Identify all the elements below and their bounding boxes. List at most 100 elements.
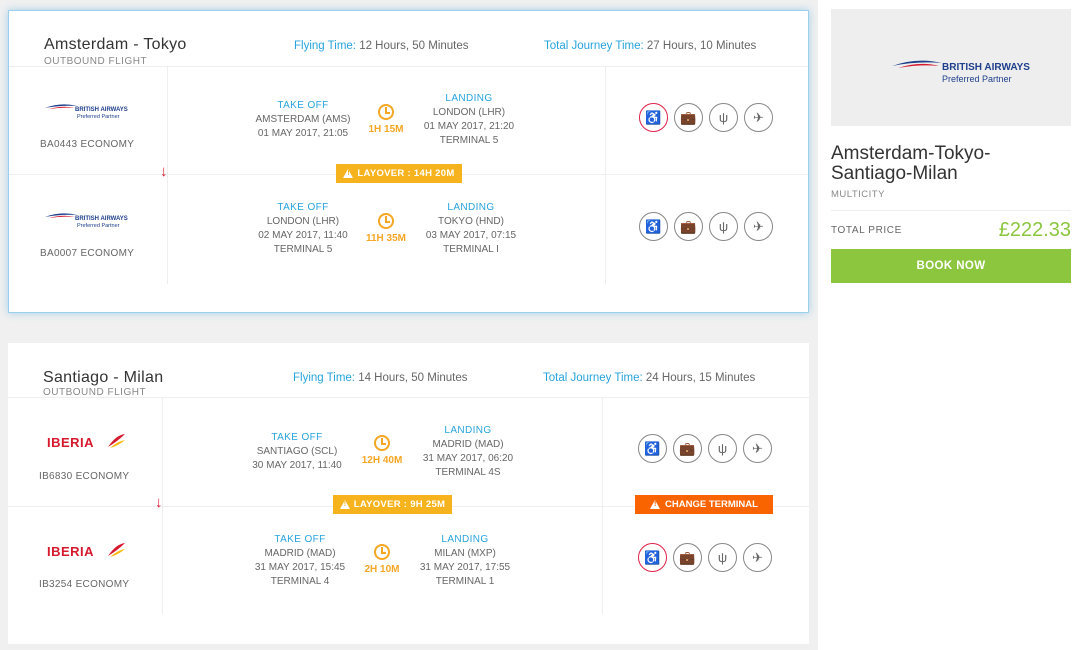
takeoff-label: TAKE OFF bbox=[277, 202, 329, 213]
meal-icon[interactable]: ψ bbox=[709, 103, 738, 132]
layover-badge: ! LAYOVER : 14H 20M bbox=[336, 164, 462, 183]
airline-name: BRITISH AIRWAYS bbox=[942, 62, 1030, 73]
flight-code: IB3254 ECONOMY bbox=[39, 579, 130, 590]
takeoff-info: TAKE OFF AMSTERDAM (AMS) 01 MAY 2017, 21… bbox=[233, 99, 373, 141]
airline-logo-panel: BRITISH AIRWAYS Preferred Partner bbox=[831, 9, 1071, 126]
baggage-icon[interactable]: 💼 bbox=[673, 434, 702, 463]
divider bbox=[8, 397, 809, 398]
clock-icon bbox=[374, 435, 390, 451]
itinerary-card[interactable]: Amsterdam - Tokyo OUTBOUND FLIGHT Flying… bbox=[8, 10, 809, 313]
takeoff-datetime: 30 MAY 2017, 11:40 bbox=[252, 460, 342, 471]
layover-badge: ! LAYOVER : 9H 25M bbox=[333, 495, 452, 514]
journey-time-label: Total Journey Time: bbox=[543, 372, 643, 384]
plane-icon[interactable]: ✈ bbox=[743, 434, 772, 463]
takeoff-info: TAKE OFF MADRID (MAD) 31 MAY 2017, 15:45… bbox=[230, 533, 370, 589]
landing-airport: MILAN (MXP) bbox=[434, 548, 496, 559]
airline-name: BRITISH AIRWAYS bbox=[75, 216, 128, 222]
flight-code: IB6830 ECONOMY bbox=[39, 471, 130, 482]
airline-name: IBERIA bbox=[47, 544, 95, 559]
flying-time-value: 12 Hours, 50 Minutes bbox=[356, 40, 469, 52]
meal-icon[interactable]: ψ bbox=[709, 212, 738, 241]
takeoff-terminal: TERMINAL 4 bbox=[270, 576, 330, 587]
airline-subtitle: Preferred Partner bbox=[942, 74, 1012, 84]
baggage-icon[interactable]: 💼 bbox=[673, 543, 702, 572]
clock-icon bbox=[378, 104, 394, 120]
plane-icon[interactable]: ✈ bbox=[743, 543, 772, 572]
takeoff-airport: LONDON (LHR) bbox=[266, 216, 340, 227]
warning-icon: ! bbox=[343, 169, 354, 178]
flying-time: Flying Time: 12 Hours, 50 Minutes bbox=[294, 40, 469, 52]
landing-terminal: TERMINAL 5 bbox=[439, 135, 499, 146]
seat-icon[interactable]: ♿ bbox=[639, 103, 668, 132]
iberia-wing-icon bbox=[108, 434, 125, 448]
flight-code: BA0443 ECONOMY bbox=[40, 139, 135, 150]
takeoff-airport: AMSTERDAM (AMS) bbox=[255, 114, 351, 125]
flight-code: BA0007 ECONOMY bbox=[40, 248, 135, 259]
takeoff-label: TAKE OFF bbox=[271, 432, 323, 443]
flying-time-value: 14 Hours, 50 Minutes bbox=[355, 372, 468, 384]
airline-subtitle: Preferred Partner bbox=[77, 114, 120, 120]
flying-time: Flying Time: 14 Hours, 50 Minutes bbox=[293, 372, 468, 384]
seat-icon[interactable]: ♿ bbox=[638, 434, 667, 463]
journey-time: Total Journey Time: 24 Hours, 15 Minutes bbox=[543, 372, 755, 384]
journey-time: Total Journey Time: 27 Hours, 10 Minutes bbox=[544, 40, 756, 52]
layover-text: LAYOVER : 14H 20M bbox=[357, 168, 455, 179]
itinerary-card[interactable]: Santiago - Milan OUTBOUND FLIGHT Flying … bbox=[8, 343, 809, 644]
divider bbox=[831, 210, 1071, 211]
baggage-icon[interactable]: 💼 bbox=[674, 212, 703, 241]
airline-name: IBERIA bbox=[47, 435, 95, 450]
baggage-icon[interactable]: 💼 bbox=[674, 103, 703, 132]
landing-label: LANDING bbox=[445, 93, 493, 104]
ba-speedmarque-icon bbox=[45, 104, 77, 109]
total-price-label: TOTAL PRICE bbox=[831, 225, 902, 236]
landing-airport: TOKYO (HND) bbox=[438, 216, 504, 227]
landing-label: LANDING bbox=[441, 534, 489, 545]
seat-icon[interactable]: ♿ bbox=[639, 212, 668, 241]
booking-summary: BRITISH AIRWAYS Preferred Partner Amster… bbox=[818, 0, 1077, 650]
trip-title: Amsterdam-Tokyo-Santiago-Milan bbox=[831, 143, 991, 184]
landing-info: LANDING MADRID (MAD) 31 MAY 2017, 06:20 … bbox=[398, 424, 538, 480]
airline-subtitle: Preferred Partner bbox=[77, 223, 120, 229]
takeoff-datetime: 31 MAY 2017, 15:45 bbox=[254, 562, 346, 573]
book-now-button[interactable]: BOOK NOW bbox=[831, 249, 1071, 283]
plane-icon[interactable]: ✈ bbox=[744, 103, 773, 132]
trip-type: MULTICITY bbox=[831, 189, 885, 200]
landing-airport: LONDON (LHR) bbox=[432, 107, 506, 118]
landing-terminal: TERMINAL 1 bbox=[435, 576, 495, 587]
landing-datetime: 03 MAY 2017, 07:15 bbox=[425, 230, 517, 241]
iberia-wing-icon bbox=[108, 543, 125, 557]
landing-datetime: 31 MAY 2017, 06:20 bbox=[422, 453, 514, 464]
amenity-icons: ♿ 💼 ψ ✈ bbox=[639, 212, 773, 241]
takeoff-terminal: TERMINAL 5 bbox=[273, 244, 333, 255]
airline-name: BRITISH AIRWAYS bbox=[75, 107, 128, 113]
amenity-icons: ♿ 💼 ψ ✈ bbox=[638, 543, 772, 572]
divider bbox=[9, 66, 808, 67]
takeoff-info: TAKE OFF LONDON (LHR) 02 MAY 2017, 11:40… bbox=[233, 201, 373, 257]
landing-datetime: 01 MAY 2017, 21:20 bbox=[423, 121, 515, 132]
landing-terminal: TERMINAL 4S bbox=[435, 467, 501, 478]
warning-icon: ! bbox=[650, 500, 661, 509]
warning-icon: ! bbox=[339, 500, 350, 509]
journey-time-value: 27 Hours, 10 Minutes bbox=[643, 40, 757, 52]
landing-info: LANDING TOKYO (HND) 03 MAY 2017, 07:15 T… bbox=[401, 201, 541, 257]
route-title: Amsterdam - Tokyo bbox=[44, 36, 187, 53]
takeoff-airport: SANTIAGO (SCL) bbox=[256, 446, 338, 457]
amenity-icons: ♿ 💼 ψ ✈ bbox=[639, 103, 773, 132]
plane-icon[interactable]: ✈ bbox=[744, 212, 773, 241]
landing-airport: MADRID (MAD) bbox=[432, 439, 504, 450]
takeoff-label: TAKE OFF bbox=[277, 100, 329, 111]
layover-text: LAYOVER : 9H 25M bbox=[353, 499, 446, 510]
route-title: Santiago - Milan bbox=[43, 369, 164, 386]
meal-icon[interactable]: ψ bbox=[708, 434, 737, 463]
takeoff-airport: MADRID (MAD) bbox=[264, 548, 336, 559]
landing-label: LANDING bbox=[444, 425, 492, 436]
meal-icon[interactable]: ψ bbox=[708, 543, 737, 572]
takeoff-label: TAKE OFF bbox=[274, 534, 326, 545]
seat-icon[interactable]: ♿ bbox=[638, 543, 667, 572]
takeoff-datetime: 02 MAY 2017, 11:40 bbox=[258, 230, 348, 241]
change-terminal-text: CHANGE TERMINAL bbox=[665, 499, 758, 510]
takeoff-info: TAKE OFF SANTIAGO (SCL) 30 MAY 2017, 11:… bbox=[227, 431, 367, 473]
flying-time-label: Flying Time: bbox=[294, 40, 356, 52]
landing-info: LANDING MILAN (MXP) 31 MAY 2017, 17:55 T… bbox=[395, 533, 535, 589]
ba-speedmarque-icon bbox=[892, 60, 942, 68]
